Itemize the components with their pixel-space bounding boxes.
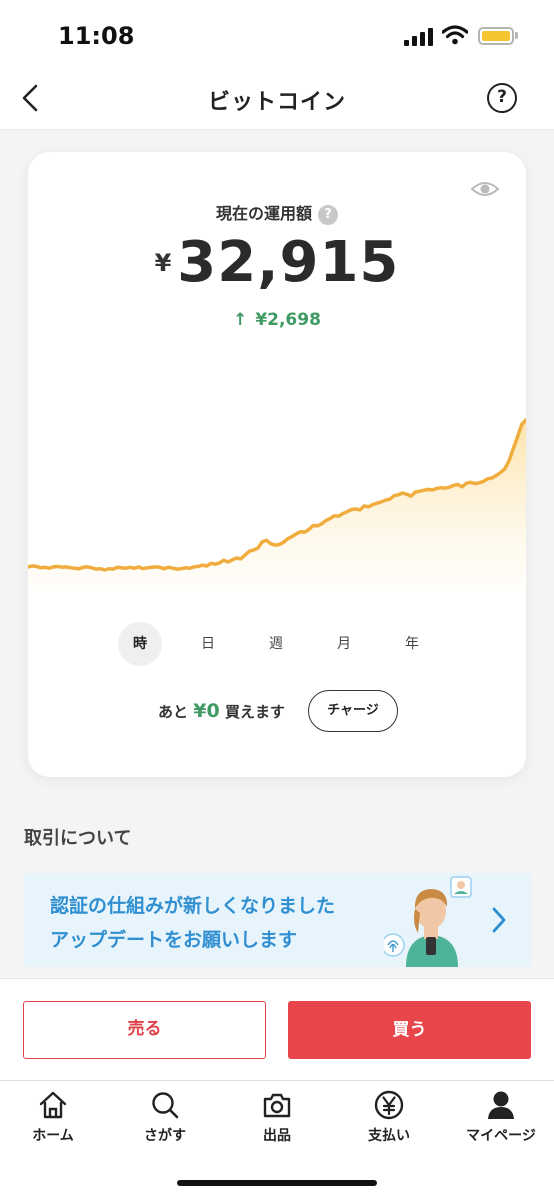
sell-button[interactable]: 売る — [23, 1001, 266, 1059]
tab-search-label: さがす — [144, 1128, 186, 1144]
amount-value: 32,915 — [177, 230, 400, 295]
remaining-amount: ¥0 — [193, 700, 220, 722]
signal-icon — [404, 28, 434, 46]
charge-button[interactable]: チャージ — [308, 690, 398, 732]
amount-row: ¥32,915 — [28, 230, 526, 295]
value-label: 現在の運用額 — [215, 204, 312, 223]
tab-listing[interactable]: 出品 — [222, 1089, 332, 1155]
tab-search[interactable]: さがす — [110, 1089, 220, 1155]
chart-area — [28, 420, 526, 592]
up-arrow-icon: ↑ — [233, 310, 248, 330]
tab-mypage-label: マイページ — [466, 1128, 536, 1144]
nav-header: ビットコイン ? — [0, 70, 554, 130]
authentication-illustration — [384, 876, 472, 967]
tab-home[interactable]: ホーム — [0, 1089, 108, 1155]
battery-tip — [515, 32, 518, 39]
home-icon — [39, 1091, 67, 1119]
price-chart[interactable] — [28, 412, 526, 592]
period-tab-hour[interactable]: 時 — [118, 622, 162, 666]
tab-payment-label: 支払い — [368, 1128, 410, 1144]
period-tabs: 時 日 週 月 年 — [118, 622, 438, 666]
buy-button[interactable]: 買う — [288, 1001, 531, 1059]
section-title: 取引について — [24, 828, 132, 849]
remaining-text: あと ¥0 買えます — [158, 700, 285, 722]
value-label-row: 現在の運用額? — [28, 200, 526, 225]
change-row: ↑ ¥2,698 — [28, 310, 526, 330]
battery-icon — [478, 27, 514, 45]
tab-listing-label: 出品 — [263, 1128, 291, 1144]
chevron-right-icon — [492, 907, 506, 933]
period-tab-week[interactable]: 週 — [254, 622, 298, 666]
camera-icon — [263, 1093, 291, 1118]
banner-line-1: 認証の仕組みが新しくなりました — [50, 895, 336, 917]
eye-icon[interactable] — [470, 178, 500, 200]
purchase-row: あと ¥0 買えます チャージ — [28, 690, 526, 732]
status-time: 11:08 — [58, 22, 135, 50]
page-title: ビットコイン — [207, 90, 346, 115]
change-value: ¥2,698 — [255, 310, 321, 330]
tab-home-label: ホーム — [32, 1128, 74, 1144]
action-bar: 売る 買う — [0, 978, 554, 1080]
search-icon — [152, 1092, 179, 1119]
banner-line-2: アップデートをお願いします — [50, 929, 298, 951]
home-indicator — [177, 1180, 377, 1186]
wifi-icon — [442, 25, 468, 45]
period-tab-day[interactable]: 日 — [186, 622, 230, 666]
remaining-suffix: 買えます — [224, 703, 285, 721]
help-button[interactable]: ? — [487, 83, 517, 113]
info-icon[interactable]: ? — [318, 204, 338, 225]
yen-icon — [374, 1090, 404, 1120]
amount-currency: ¥ — [154, 249, 172, 277]
period-tab-year[interactable]: 年 — [390, 622, 434, 666]
tab-mypage[interactable]: マイページ — [446, 1089, 554, 1155]
portfolio-card: 現在の運用額? ¥32,915 ↑ ¥2,698 時 日 週 月 年 あと ¥0 … — [28, 152, 526, 777]
status-bar: 11:08 — [0, 0, 554, 70]
period-tab-month[interactable]: 月 — [322, 622, 366, 666]
tab-payment[interactable]: 支払い — [334, 1089, 444, 1155]
user-icon — [488, 1091, 514, 1119]
remaining-prefix: あと — [158, 703, 189, 721]
update-banner[interactable]: 認証の仕組みが新しくなりました アップデートをお願いします — [24, 873, 531, 967]
